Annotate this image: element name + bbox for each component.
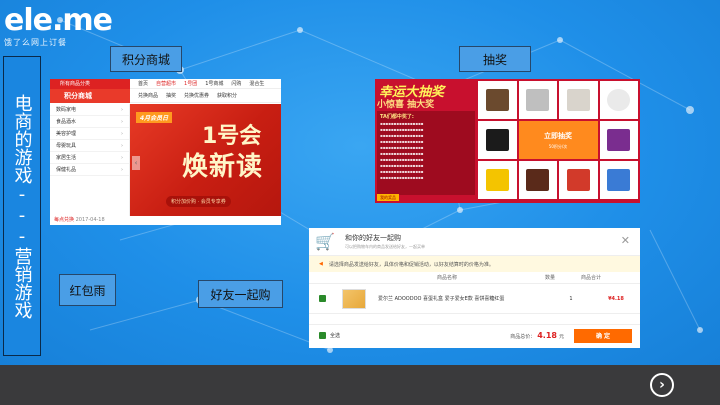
section-link[interactable]: 兑换商品 <box>138 92 158 99</box>
label-points-mall: 积分商城 <box>110 46 182 72</box>
prize-cell <box>478 161 517 199</box>
sidebar-category-item[interactable]: 数码家电 <box>50 104 129 116</box>
total-price: 商品总价： 4.18 元 <box>510 331 564 340</box>
table-row: 爱尔兰 ADOODOO 喜蛋礼盒 爱子爱女E款 喜饼喜糖红蛋 1 ¥4.18 <box>309 284 640 314</box>
prize-cell <box>478 121 517 159</box>
select-all-checkbox[interactable] <box>319 332 326 339</box>
banner-ribbon: 4月会员日 <box>136 112 173 123</box>
cart-icon: 🛒 <box>315 231 335 251</box>
select-all[interactable]: 全选 <box>313 332 340 339</box>
nav-item[interactable]: 首页 <box>138 80 148 87</box>
prize-cell <box>559 161 598 199</box>
col-quantity: 数量 <box>545 275 556 281</box>
prize-cell <box>518 161 557 199</box>
label-red-packet-rain: 红包雨 <box>59 274 116 306</box>
shop-top-nav: 所有商品分类 首页 自营超市 1号团 1号商城 闪购 混合生 <box>50 79 281 89</box>
nav-item[interactable]: 自营超市 <box>156 80 176 87</box>
buy-together-dialog: 🛒 和你的好友一起购 可以把购物车内的商品发送给好友，一起买单 ✕ ◀ 请选择商… <box>309 228 640 348</box>
chevron-right-circle-icon[interactable]: › <box>650 373 674 397</box>
notice-text: 请选择商品发送给好友，具体价格和促销活动，以好友结算时的价格为准。 <box>328 261 494 268</box>
slide-vertical-title: 电商的游戏---营销游戏 <box>3 56 41 356</box>
banner-prev-arrow[interactable]: ‹ <box>132 156 140 170</box>
product-price: ¥4.18 <box>608 295 624 302</box>
label-buy-with-friends: 好友一起购 <box>198 280 283 308</box>
product-thumbnail <box>342 288 366 309</box>
sidebar-category-item[interactable]: 食品酒水 <box>50 116 129 128</box>
sidebar-category-item[interactable]: 家居生活 <box>50 152 129 164</box>
sidebar-category-item[interactable]: 美容护理 <box>50 128 129 140</box>
speaker-icon: ◀ <box>319 261 323 267</box>
total-label: 商品总价： <box>510 334 536 340</box>
nav-item[interactable]: 闪购 <box>231 80 241 87</box>
select-all-label: 全选 <box>330 333 341 339</box>
draw-button-label: 立即抽奖 <box>544 131 572 140</box>
my-prizes-button[interactable]: 我的奖品 <box>377 194 399 201</box>
banner-tag: 积分加价购 · 会员专享券 <box>166 196 231 207</box>
close-icon[interactable]: ✕ <box>621 234 630 247</box>
col-product-name: 商品名称 <box>437 275 458 281</box>
dialog-header: 🛒 和你的好友一起购 可以把购物车内的商品发送给好友，一起买单 ✕ <box>309 228 640 256</box>
prize-cell <box>518 81 557 119</box>
item-checkbox[interactable] <box>319 295 326 302</box>
draw-cost: 50积分/次 <box>548 143 568 149</box>
prize-cell <box>599 121 638 159</box>
category-sidebar: 数码家电 食品酒水 美容护理 母婴玩具 家居生活 保健礼品 <box>50 104 130 216</box>
winner-list: TA们都中奖了: ▪▪▪▪▪▪▪▪▪▪▪▪▪▪▪▪ ▪▪▪▪▪▪▪▪▪▪▪▪▪▪▪… <box>377 111 475 195</box>
points-mall-screenshot: 所有商品分类 首页 自营超市 1号团 1号商城 闪购 混合生 积分商城 兑换商品… <box>50 79 281 225</box>
dialog-title: 和你的好友一起购 <box>345 234 401 242</box>
notice-bar: ◀ 请选择商品发送给好友，具体价格和促销活动，以好友结算时的价格为准。 <box>309 256 640 272</box>
prize-cell <box>599 81 638 119</box>
winner-list-rows: ▪▪▪▪▪▪▪▪▪▪▪▪▪▪▪▪ ▪▪▪▪▪▪▪▪▪▪▪▪▪▪▪▪ ▪▪▪▪▪▪▪▪… <box>380 121 424 180</box>
shop-section-bar: 积分商城 兑换商品 抽奖 兑换优惠券 获取积分 <box>50 88 281 103</box>
lottery-subtitle: 小惊喜 抽大奖 <box>377 100 435 110</box>
prize-grid: 立即抽奖 50积分/次 <box>476 79 640 203</box>
section-link[interactable]: 兑换优惠券 <box>184 92 209 99</box>
dialog-footer: 全选 商品总价： 4.18 元 确 定 <box>309 324 640 346</box>
section-link[interactable]: 获取积分 <box>217 92 237 99</box>
footer-date: 2017-04-18 <box>75 217 105 223</box>
col-subtotal: 商品合计 <box>581 275 602 281</box>
section-link[interactable]: 抽奖 <box>166 92 176 99</box>
logo-text: ele.me <box>4 3 113 38</box>
nav-item[interactable]: 1号团 <box>184 80 197 87</box>
lottery-screenshot: 幸运大抽奖 小惊喜 抽大奖 TA们都中奖了: ▪▪▪▪▪▪▪▪▪▪▪▪▪▪▪▪ ▪… <box>375 79 640 203</box>
section-title: 积分商城 <box>50 88 130 103</box>
prize-cell <box>478 81 517 119</box>
promo-banner[interactable]: ‹ 4月会员日 1号会 焕新读 积分加价购 · 会员专享券 <box>130 104 281 216</box>
nav-item[interactable]: 1号商城 <box>205 80 223 87</box>
total-value: 4.18 <box>537 331 557 340</box>
prize-cell <box>599 161 638 199</box>
banner-headline-2: 焕新读 <box>182 152 264 182</box>
shop-footer: 每点兑换 2017-04-18 <box>50 216 281 225</box>
dialog-subtitle: 可以把购物车内的商品发送给好友，一起买单 <box>345 244 425 249</box>
label-lottery: 抽奖 <box>459 46 531 72</box>
eleme-logo: ele.me 饿了么网上订餐 <box>4 3 113 48</box>
sidebar-category-item[interactable]: 保健礼品 <box>50 164 129 176</box>
footer-label: 每点兑换 <box>54 217 75 223</box>
nav-item[interactable]: 混合生 <box>249 80 264 87</box>
product-quantity: 1 <box>569 295 573 302</box>
slide-stage: ele.me 饿了么网上订餐 电商的游戏---营销游戏 积分商城 抽奖 红包雨 … <box>0 0 720 365</box>
slide-footer: › <box>0 365 720 405</box>
draw-button[interactable]: 立即抽奖 50积分/次 <box>518 121 598 159</box>
logo-slogan: 饿了么网上订餐 <box>4 38 67 47</box>
sidebar-category-item[interactable]: 母婴玩具 <box>50 140 129 152</box>
product-name[interactable]: 爱尔兰 ADOODOO 喜蛋礼盒 爱子爱女E款 喜饼喜糖红蛋 <box>378 295 518 302</box>
winner-list-header: TA们都中奖了: <box>380 114 414 120</box>
all-categories-button[interactable]: 所有商品分类 <box>50 79 130 89</box>
confirm-button[interactable]: 确 定 <box>574 328 632 343</box>
prize-cell <box>559 81 598 119</box>
total-unit: 元 <box>558 334 564 340</box>
table-header: 商品名称 数量 商品合计 <box>309 272 640 284</box>
